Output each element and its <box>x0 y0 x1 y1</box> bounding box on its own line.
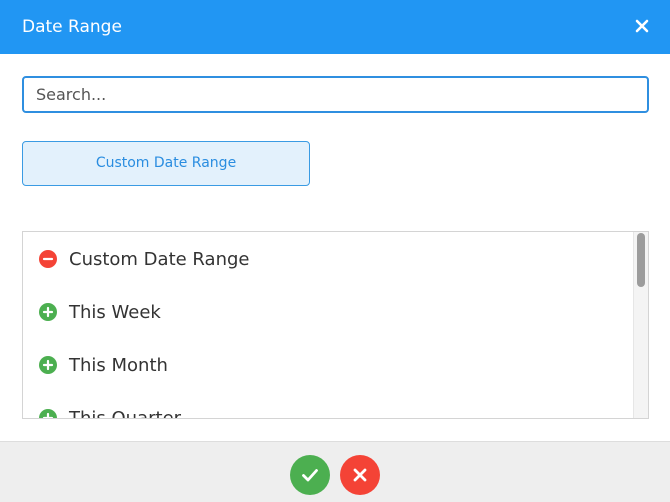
close-button[interactable] <box>632 16 652 36</box>
list-item-label: This Month <box>69 354 168 376</box>
cancel-button[interactable] <box>340 455 380 495</box>
dialog-header: Date Range <box>0 0 670 54</box>
plus-circle-icon <box>39 356 57 374</box>
dialog-title: Date Range <box>22 17 122 37</box>
list-item-label: This Week <box>69 301 161 323</box>
date-range-dialog: Date Range Custom Date Range Custom Date… <box>0 0 670 502</box>
plus-circle-icon <box>39 303 57 321</box>
minus-circle-icon <box>39 250 57 268</box>
date-range-list: Custom Date Range This Week This Month T… <box>22 231 649 419</box>
close-icon <box>635 19 649 33</box>
confirm-button[interactable] <box>290 455 330 495</box>
search-input[interactable] <box>22 76 649 113</box>
list-item-custom-date-range[interactable]: Custom Date Range <box>39 247 249 271</box>
close-icon <box>353 468 367 482</box>
list-item-this-quarter[interactable]: This Quarter <box>39 406 182 419</box>
list-item-label: Custom Date Range <box>69 248 250 270</box>
plus-circle-icon <box>39 409 57 418</box>
list-item-this-week[interactable]: This Week <box>39 300 161 324</box>
list-item-label: This Quarter <box>69 407 182 419</box>
check-icon <box>302 469 318 482</box>
dialog-footer <box>0 441 670 502</box>
custom-date-range-button[interactable]: Custom Date Range <box>22 141 310 186</box>
list-scrollbar-track[interactable] <box>633 232 648 418</box>
list-item-this-month[interactable]: This Month <box>39 353 168 377</box>
list-scrollbar-thumb[interactable] <box>637 233 645 287</box>
